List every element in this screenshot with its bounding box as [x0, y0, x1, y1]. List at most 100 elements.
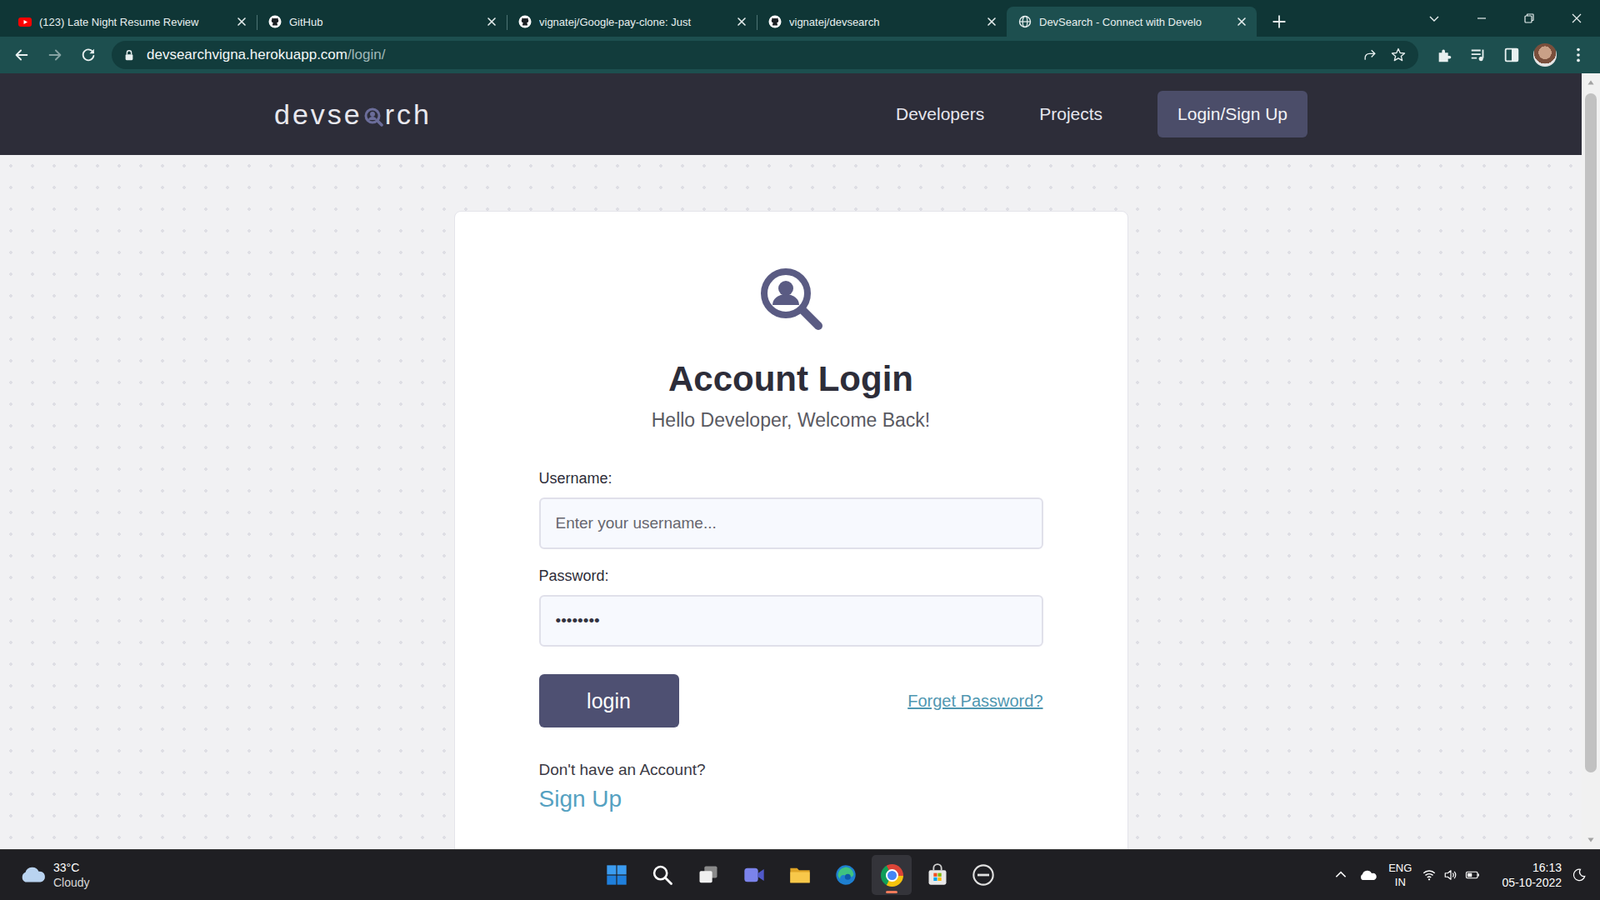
onedrive-cloud-icon[interactable] [1358, 867, 1379, 883]
taskbar-app[interactable] [596, 855, 637, 895]
magnifier-user-icon [756, 264, 825, 333]
close-icon[interactable] [735, 15, 749, 29]
globe-icon [1018, 15, 1032, 29]
header-container: devse rch Developers Projects Login/Sign Up [274, 90, 1308, 138]
share-icon[interactable] [1361, 46, 1379, 64]
forgot-password-link[interactable]: Forget Password? [907, 691, 1043, 711]
github-icon [268, 15, 282, 29]
search-icon [650, 863, 675, 887]
edge-icon [834, 863, 858, 887]
minimize-icon [1475, 11, 1489, 25]
lock-icon [123, 49, 135, 61]
scroll-thumb[interactable] [1585, 93, 1597, 773]
extensions-button[interactable] [1430, 40, 1460, 70]
new-tab-icon[interactable] [1271, 14, 1287, 30]
text-input[interactable] [539, 497, 1044, 550]
reload-icon [79, 45, 98, 65]
forward-button[interactable] [40, 40, 70, 70]
close-window-button[interactable] [1552, 0, 1600, 37]
web-page: devse rch Developers Projects Login/Sign Up A… [0, 73, 1582, 850]
language-indicator[interactable]: ENGIN [1388, 860, 1412, 890]
field-label: Password: [539, 566, 1044, 585]
side-panel-icon [1502, 45, 1521, 65]
site-nav: Developers Projects Login/Sign Up [895, 90, 1308, 138]
chat-camera-icon [742, 863, 766, 887]
task-view-icon [696, 863, 720, 887]
scroll-track [1581, 91, 1600, 831]
taskbar-app[interactable] [780, 855, 820, 895]
close-icon[interactable] [485, 15, 499, 29]
signup-link[interactable]: Sign Up [539, 785, 623, 814]
system-tray: ENGIN 16:1305-10-2022 [1003, 860, 1600, 890]
menu-button[interactable] [1563, 40, 1594, 70]
media-button[interactable] [1463, 40, 1494, 70]
bookmark-star-icon[interactable] [1390, 46, 1407, 64]
restore-icon [1522, 11, 1536, 25]
reload-button[interactable] [73, 40, 104, 70]
nav-link[interactable]: Developers [895, 104, 985, 125]
taskbar-app[interactable] [642, 855, 683, 895]
taskbar-app[interactable] [734, 855, 775, 895]
quick-settings[interactable] [1421, 867, 1480, 883]
close-icon[interactable] [985, 15, 999, 29]
logo-text-start: devse [274, 98, 363, 131]
signup-prompt: Don't have an Account? [539, 760, 1044, 780]
media-list-icon [1469, 45, 1488, 65]
browser-tab[interactable]: DevSearch - Connect with Develo [1006, 6, 1257, 37]
tab-label: vignatej/devsearch [789, 15, 978, 29]
scrollbar[interactable] [1581, 73, 1600, 850]
taskbar-app[interactable] [688, 855, 729, 895]
taskbar-apps [596, 855, 1004, 895]
site-header: devse rch Developers Projects Login/Sign Up [0, 73, 1582, 155]
github-icon [518, 15, 532, 29]
nav-link[interactable]: Projects [1039, 104, 1103, 125]
text-input[interactable] [539, 595, 1044, 647]
chevron-up-icon[interactable] [1333, 867, 1349, 883]
browser-tab[interactable]: vignatej/Google-pay-clone: Just [506, 6, 757, 37]
youtube-icon [18, 15, 32, 29]
clock-time: 16:13 [1532, 860, 1562, 875]
taskbar-app[interactable] [917, 855, 958, 895]
restore-button[interactable] [1505, 0, 1553, 37]
taskbar-app[interactable] [963, 855, 1004, 895]
github-icon [768, 15, 782, 29]
close-icon[interactable] [1235, 15, 1249, 29]
language-region: IN [1395, 875, 1406, 890]
clock[interactable]: 16:1305-10-2022 [1501, 860, 1562, 890]
side-panel-button[interactable] [1496, 40, 1527, 70]
taskbar-app[interactable] [825, 855, 866, 895]
store-bag-icon [925, 863, 950, 887]
chrome-center [885, 869, 899, 882]
login-card: Account LoginHello Developer, Welcome Ba… [454, 210, 1129, 850]
login-signup-button[interactable]: Login/Sign Up [1157, 90, 1308, 138]
minimize-button[interactable] [1457, 0, 1505, 37]
site-logo[interactable]: devse rch [274, 95, 432, 135]
weather-text: 33°CCloudy [53, 860, 90, 890]
taskbar-app[interactable] [871, 855, 912, 895]
windows-start-icon [605, 863, 629, 887]
window-controls [1410, 0, 1600, 37]
back-button[interactable] [6, 40, 37, 70]
browser-tab[interactable]: (123) Late Night Resume Review [6, 6, 257, 37]
tab-strip: (123) Late Night Resume ReviewGitHubvign… [0, 0, 1600, 37]
focus-moon-icon[interactable] [1571, 867, 1587, 883]
tab-label: DevSearch - Connect with Develo [1039, 15, 1228, 29]
forward-arrow-icon [45, 45, 65, 65]
form-field: Password: [539, 566, 1044, 647]
tab-search-button[interactable] [1410, 0, 1458, 37]
close-window-icon [1570, 11, 1584, 25]
profile-avatar[interactable] [1533, 43, 1557, 67]
close-icon[interactable] [235, 15, 249, 29]
folder-icon [788, 863, 812, 887]
scroll-up-icon[interactable] [1585, 77, 1596, 88]
tab-list: (123) Late Night Resume ReviewGitHubvign… [0, 0, 1287, 37]
browser-tab[interactable]: vignatej/devsearch [756, 6, 1007, 37]
weather-widget[interactable]: 33°CCloudy [0, 860, 597, 890]
logo-text-end: rch [385, 98, 432, 131]
login-button[interactable]: login [539, 674, 680, 728]
cloud-icon [18, 864, 47, 886]
scroll-down-icon[interactable] [1585, 835, 1596, 845]
more-dots-icon [1569, 45, 1588, 65]
browser-tab[interactable]: GitHub [256, 6, 507, 37]
address-bar[interactable]: devsearchvigna.herokuapp.com/login/ [111, 40, 1419, 70]
